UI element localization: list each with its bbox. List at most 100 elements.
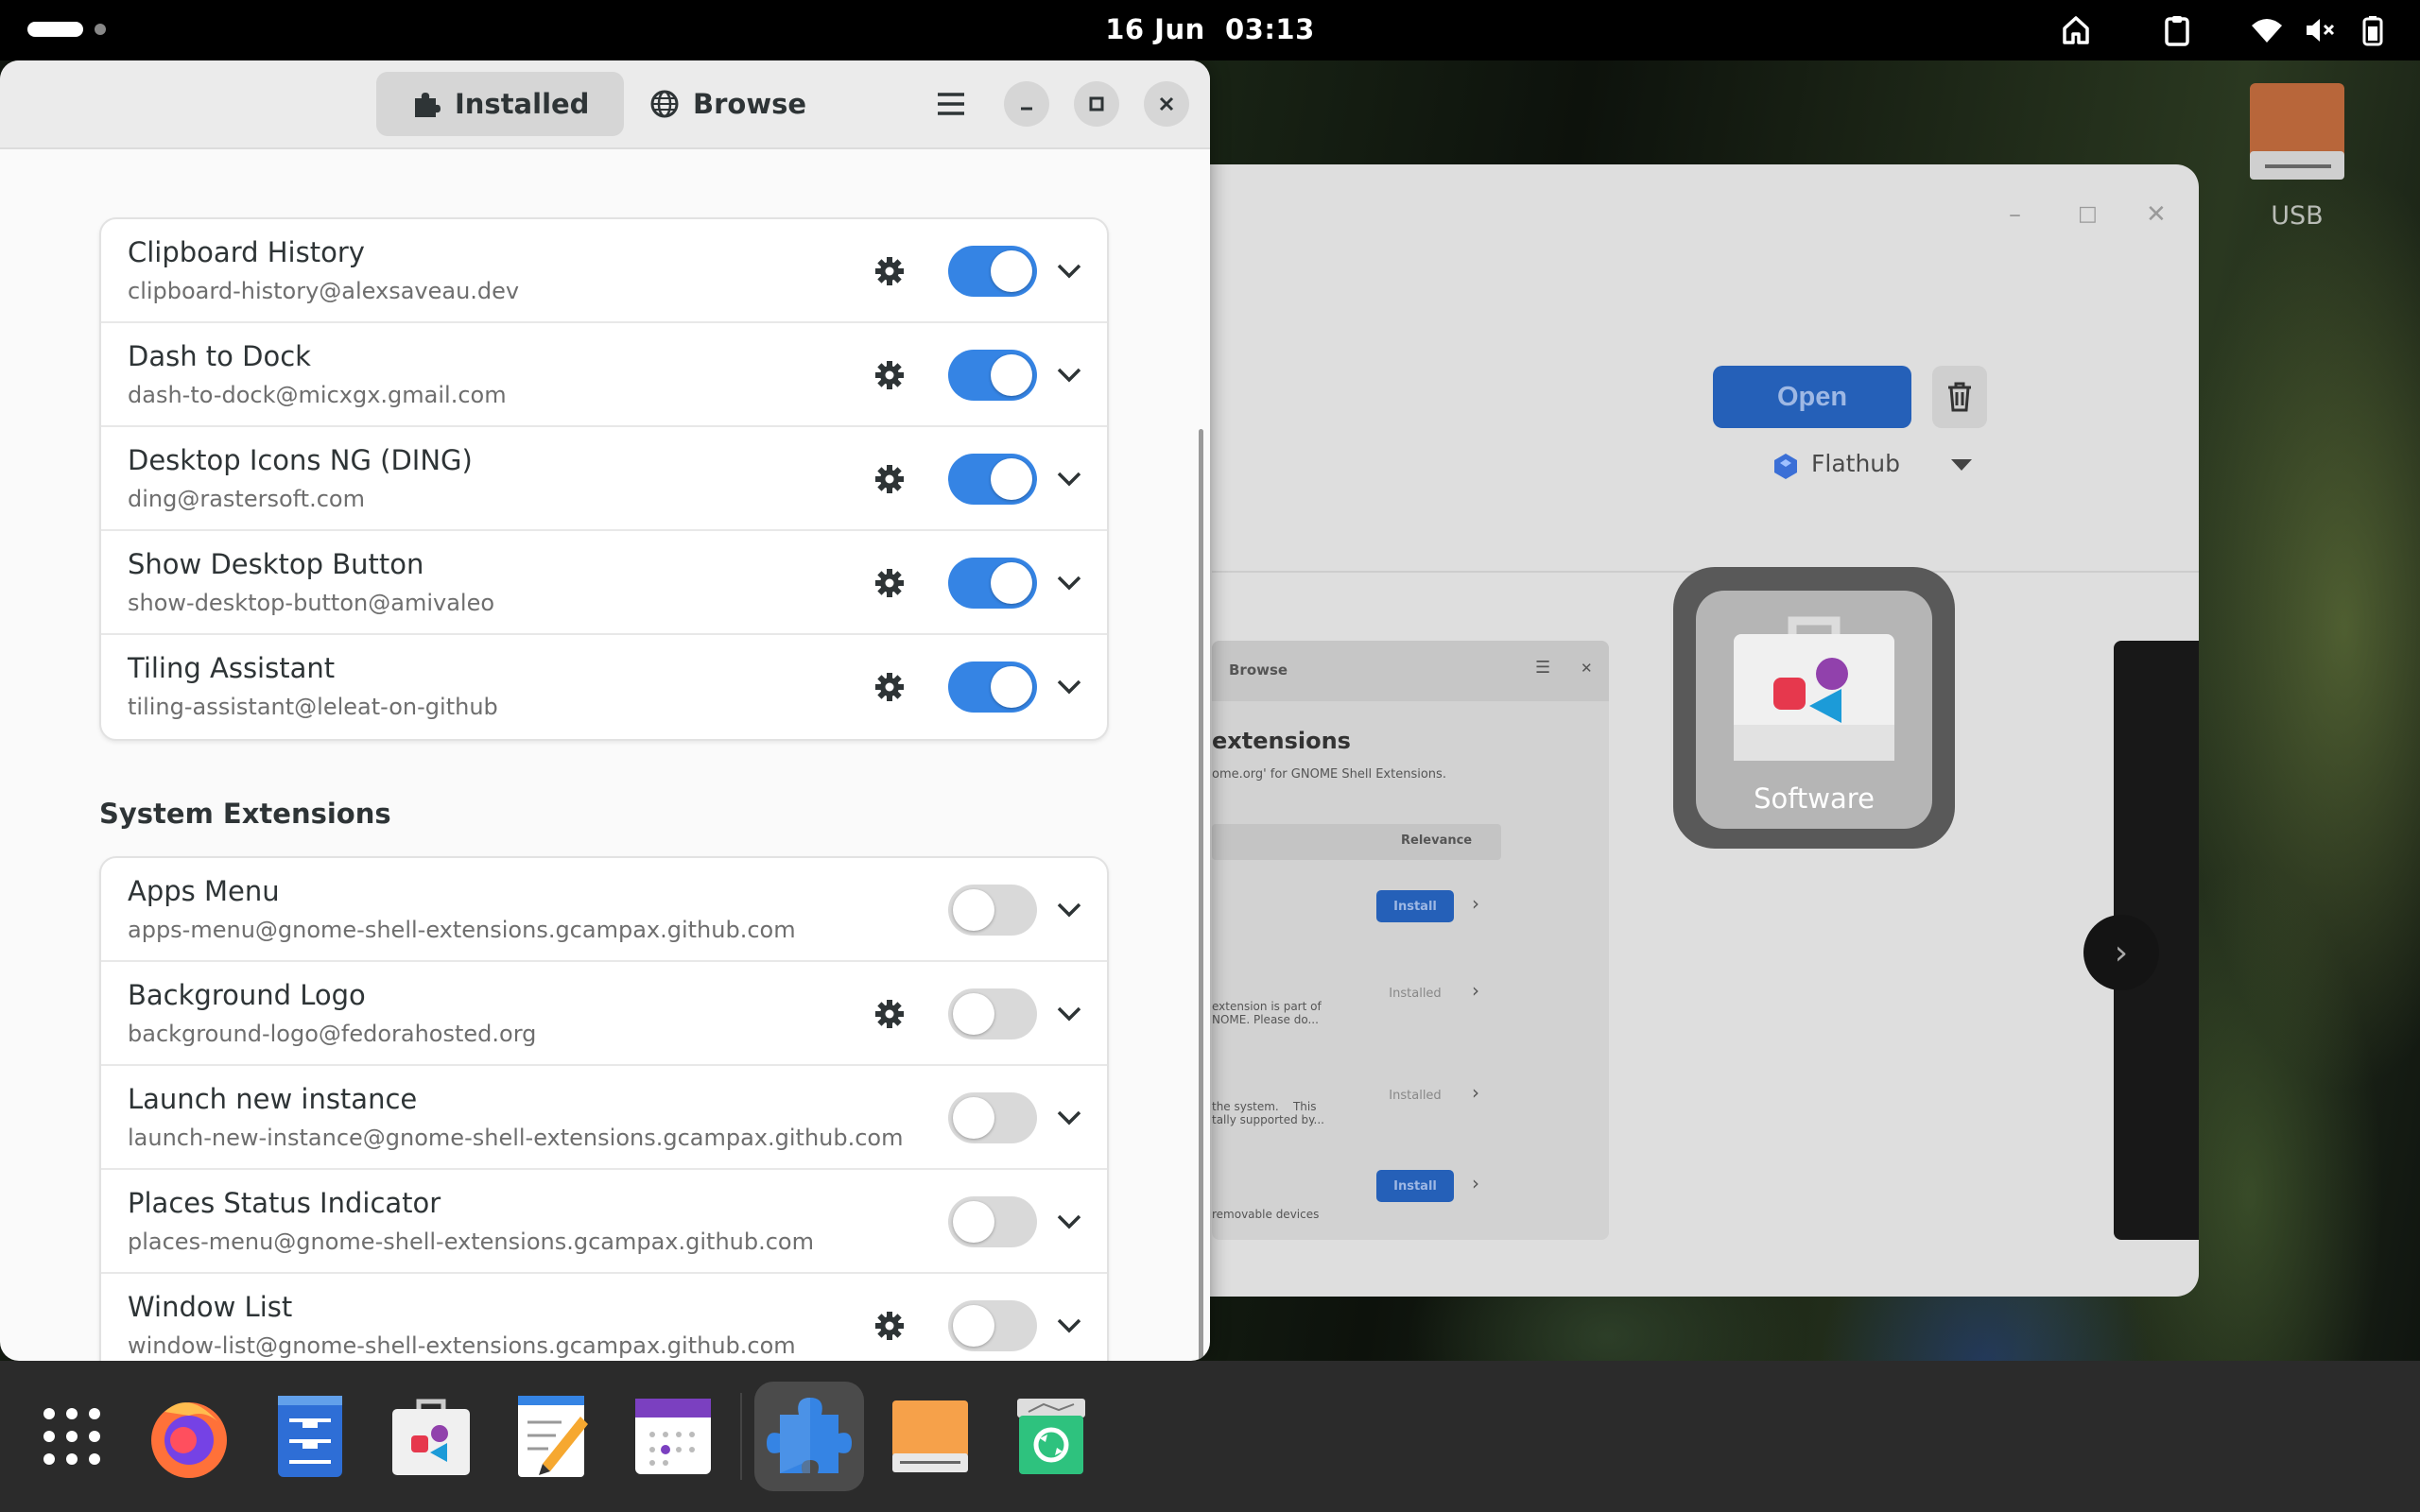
dock-files[interactable]: [255, 1382, 365, 1491]
scrollbar[interactable]: [1199, 429, 1203, 1361]
volume-muted-icon[interactable]: [2303, 13, 2337, 47]
extension-row[interactable]: Background Logo background-logo@fedorahos…: [101, 962, 1107, 1066]
dock-usb-drive[interactable]: [875, 1382, 985, 1491]
extension-row[interactable]: Places Status Indicator places-menu@gnome…: [101, 1170, 1107, 1274]
dock-trash[interactable]: [996, 1382, 1106, 1491]
tab-installed[interactable]: Installed: [376, 72, 625, 136]
dock-separator: [740, 1393, 742, 1480]
expand-button[interactable]: [1052, 1101, 1086, 1135]
extension-row[interactable]: Show Desktop Button show-desktop-button@a…: [101, 531, 1107, 635]
enable-switch[interactable]: [948, 988, 1037, 1040]
expand-button[interactable]: [1052, 893, 1086, 927]
gear-icon: [875, 257, 904, 285]
home-icon[interactable]: [2059, 13, 2093, 47]
enable-switch[interactable]: [948, 558, 1037, 609]
extensions-scroll-area[interactable]: Clipboard History clipboard-history@alexs…: [0, 149, 1210, 1361]
show-apps-button[interactable]: [17, 1382, 127, 1491]
screenshot-chevron: ›: [1472, 1081, 1479, 1104]
trash-icon: [1017, 1399, 1085, 1474]
dock-firefox[interactable]: [134, 1382, 244, 1491]
switch-knob: [991, 354, 1032, 396]
chevron-right-icon: ›: [2114, 933, 2129, 972]
enable-switch[interactable]: [948, 1196, 1037, 1247]
dock-text-editor[interactable]: [497, 1382, 607, 1491]
clock[interactable]: 16 Jun 03:13: [1021, 13, 1399, 45]
extension-row[interactable]: Apps Menu apps-menu@gnome-shell-extension…: [101, 858, 1107, 962]
settings-button[interactable]: [871, 995, 908, 1033]
enable-switch[interactable]: [948, 350, 1037, 401]
settings-button[interactable]: [871, 564, 908, 602]
expand-button[interactable]: [1052, 358, 1086, 392]
extension-uuid: places-menu@gnome-shell-extensions.gcamp…: [128, 1228, 814, 1255]
gear-icon: [875, 361, 904, 389]
extension-row[interactable]: Dash to Dock dash-to-dock@micxgx.gmail.co…: [101, 323, 1107, 427]
flathub-icon: [1774, 454, 1797, 479]
settings-button[interactable]: [871, 1307, 908, 1345]
next-screenshot-button[interactable]: ›: [2083, 915, 2159, 990]
expand-button[interactable]: [1052, 462, 1086, 496]
gear-icon: [875, 1312, 904, 1340]
maximize-icon[interactable]: □: [2078, 202, 2098, 226]
dock-extensions[interactable]: [754, 1382, 864, 1491]
app-screenshot: Browse ☰ ✕ extensions ome.org' for GNOME…: [1212, 641, 1609, 1240]
dock-calendar[interactable]: [618, 1382, 728, 1491]
enable-switch[interactable]: [948, 454, 1037, 505]
maximize-icon: [1089, 96, 1104, 112]
maximize-button[interactable]: [1074, 81, 1119, 127]
extension-row[interactable]: Tiling Assistant tiling-assistant@leleat-…: [101, 635, 1107, 739]
wifi-icon[interactable]: [2250, 13, 2284, 47]
expand-button[interactable]: [1052, 670, 1086, 704]
open-button[interactable]: Open: [1713, 366, 1911, 428]
extensions-window[interactable]: Installed Browse Clipboard History clipbo…: [0, 60, 1210, 1361]
settings-button[interactable]: [871, 356, 908, 394]
tab-browse[interactable]: Browse: [614, 72, 841, 136]
extension-row[interactable]: Desktop Icons NG (DING) ding@rastersoft.c…: [101, 427, 1107, 531]
chevron-down-icon: [1057, 576, 1081, 591]
screenshot-menu-icon: ☰: [1535, 658, 1551, 678]
minimize-icon[interactable]: –: [2009, 200, 2021, 229]
chevron-down-icon: [1057, 1318, 1081, 1333]
expand-button[interactable]: [1052, 566, 1086, 600]
enable-switch[interactable]: [948, 885, 1037, 936]
minimize-button[interactable]: [1004, 81, 1049, 127]
settings-button[interactable]: [871, 460, 908, 498]
workspace-dot[interactable]: [95, 24, 106, 35]
close-icon[interactable]: ✕: [2146, 200, 2167, 229]
extension-uuid: launch-new-instance@gnome-shell-extensio…: [128, 1125, 904, 1151]
settings-button[interactable]: [871, 668, 908, 706]
switch-knob: [953, 993, 994, 1035]
files-icon: [278, 1396, 342, 1477]
activities-indicator[interactable]: [27, 22, 83, 37]
battery-icon[interactable]: [2356, 13, 2390, 47]
clipboard-icon[interactable]: [2160, 13, 2194, 47]
usb-drive-desktop-icon[interactable]: [2248, 83, 2346, 181]
close-icon: [1159, 96, 1174, 112]
screenshot-installed-label: Installed: [1389, 986, 1442, 1001]
calendar-icon: [635, 1399, 711, 1474]
enable-switch[interactable]: [948, 1300, 1037, 1351]
extension-row[interactable]: Clipboard History clipboard-history@alexs…: [101, 219, 1107, 323]
enable-switch[interactable]: [948, 246, 1037, 297]
dock-software[interactable]: [376, 1382, 486, 1491]
settings-button[interactable]: [871, 252, 908, 290]
expand-button[interactable]: [1052, 997, 1086, 1031]
uninstall-button[interactable]: [1932, 366, 1987, 428]
expand-button[interactable]: [1052, 254, 1086, 288]
extension-title: Background Logo: [128, 979, 366, 1011]
switch-knob: [991, 562, 1032, 604]
extension-row[interactable]: Launch new instance launch-new-instance@g…: [101, 1066, 1107, 1170]
clock-date: 16 Jun: [1105, 13, 1205, 45]
enable-switch[interactable]: [948, 1092, 1037, 1143]
screenshot-close-icon: ✕: [1581, 660, 1593, 677]
close-button[interactable]: [1144, 81, 1189, 127]
clock-time: 03:13: [1224, 13, 1315, 45]
extension-title: Places Status Indicator: [128, 1187, 441, 1219]
expand-button[interactable]: [1052, 1309, 1086, 1343]
enable-switch[interactable]: [948, 662, 1037, 713]
main-menu-button[interactable]: [928, 81, 974, 127]
extension-row[interactable]: Window List window-list@gnome-shell-exten…: [101, 1274, 1107, 1361]
source-dropdown-icon[interactable]: [1951, 459, 1972, 471]
expand-button[interactable]: [1052, 1205, 1086, 1239]
source-label[interactable]: Flathub: [1811, 450, 1900, 477]
extensions-icon: [767, 1398, 852, 1473]
